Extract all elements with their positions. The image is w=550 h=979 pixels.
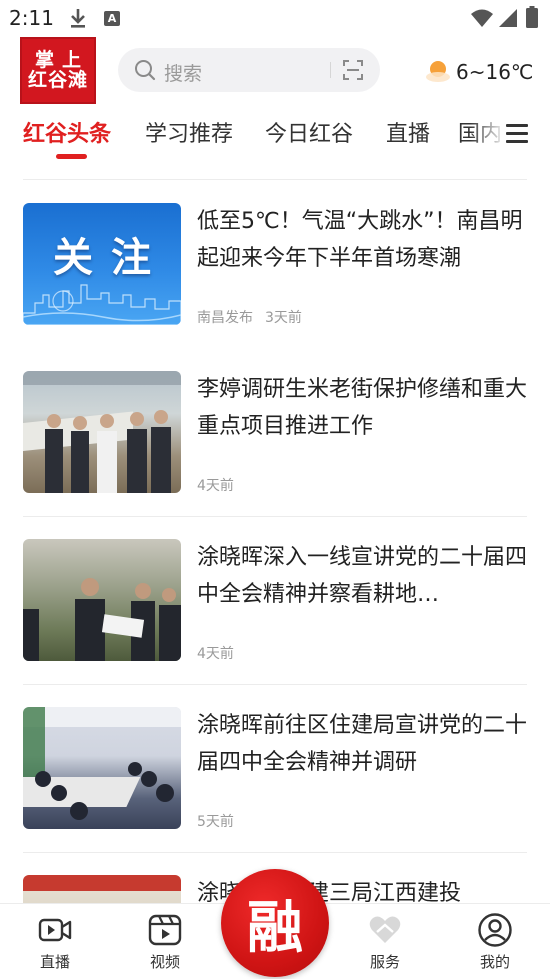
news-thumbnail bbox=[23, 371, 181, 493]
tab-today-honggu[interactable]: 今日红谷 bbox=[265, 116, 353, 148]
news-photo bbox=[23, 707, 181, 820]
user-icon bbox=[478, 913, 512, 947]
news-meta: 5天前 bbox=[197, 811, 234, 831]
download-icon bbox=[71, 9, 85, 28]
scan-icon[interactable] bbox=[342, 59, 364, 81]
logo-line2: 红谷滩 bbox=[27, 68, 88, 91]
live-video-icon bbox=[38, 918, 72, 942]
wifi-icon bbox=[471, 9, 493, 27]
news-item[interactable]: 关注 低至5℃！气温“大跳水”！南昌明起迎来今年下半年首场寒潮 南昌发布 3天前 bbox=[23, 181, 527, 349]
logo-line1: 掌上 bbox=[34, 48, 89, 71]
news-time: 4天前 bbox=[197, 646, 234, 662]
news-source: 南昌发布 bbox=[197, 310, 253, 326]
status-bar: 2:11 A bbox=[0, 0, 550, 36]
nav-video[interactable]: 视频 bbox=[125, 904, 205, 979]
news-photo bbox=[23, 578, 181, 661]
tabs-divider bbox=[23, 179, 527, 180]
tab-study-recommend[interactable]: 学习推荐 bbox=[145, 116, 233, 148]
news-meta: 南昌发布 3天前 bbox=[197, 307, 302, 327]
nav-label: 视频 bbox=[149, 953, 180, 971]
tab-live[interactable]: 直播 bbox=[386, 116, 430, 148]
news-title: 低至5℃！气温“大跳水”！南昌明起迎来今年下半年首场寒潮 bbox=[197, 209, 523, 271]
center-fusion-label: 融 bbox=[247, 894, 303, 961]
heart-hands-icon bbox=[369, 916, 401, 943]
active-tab-indicator bbox=[56, 154, 87, 159]
weather-temperature: 6~16℃ bbox=[456, 60, 534, 84]
search-divider bbox=[330, 62, 331, 78]
search-placeholder: 搜索 bbox=[164, 63, 203, 85]
tab-hongu-headlines[interactable]: 红谷头条 bbox=[23, 116, 111, 148]
nav-label: 我的 bbox=[479, 953, 510, 971]
tabs-fade bbox=[470, 106, 506, 168]
news-time: 4天前 bbox=[197, 478, 234, 494]
nav-live[interactable]: 直播 bbox=[15, 904, 95, 979]
nav-label: 服务 bbox=[369, 953, 400, 971]
status-time: 2:11 bbox=[9, 6, 54, 30]
news-title: 李婷调研生米老街保护修缮和重大重点项目推进工作 bbox=[197, 377, 527, 439]
news-meta: 4天前 bbox=[197, 643, 234, 663]
news-thumbnail bbox=[23, 707, 181, 829]
notification-app-icon: A bbox=[104, 11, 120, 26]
news-title: 涂晓晖深入一线宣讲党的二十届四中全会精神并察看耕地… bbox=[197, 545, 527, 607]
news-thumbnail: 关注 bbox=[23, 203, 181, 325]
news-title: 涂晓晖前往区住建局宣讲党的二十届四中全会精神并调研 bbox=[197, 713, 527, 775]
category-tabs: 红谷头条 学习推荐 今日红谷 直播 国内 bbox=[0, 106, 550, 168]
news-thumbnail bbox=[23, 539, 181, 661]
nav-service[interactable]: 服务 bbox=[345, 904, 425, 979]
news-item[interactable]: 涂晓晖深入一线宣讲党的二十届四中全会精神并察看耕地… 4天前 bbox=[23, 517, 527, 685]
news-time: 3天前 bbox=[265, 310, 302, 326]
app-logo[interactable]: 掌上 红谷滩 bbox=[20, 37, 96, 104]
city-skyline-graphic bbox=[23, 284, 181, 325]
search-icon bbox=[135, 60, 156, 81]
news-item[interactable]: 李婷调研生米老街保护修缮和重大重点项目推进工作 4天前 bbox=[23, 349, 527, 517]
weather-sunny-icon bbox=[426, 61, 450, 82]
news-photo bbox=[23, 371, 181, 493]
news-item[interactable]: 涂晓晖前往区住建局宣讲党的二十届四中全会精神并调研 5天前 bbox=[23, 685, 527, 853]
center-fusion-button[interactable]: 融 bbox=[221, 869, 329, 977]
nav-label: 直播 bbox=[39, 953, 70, 971]
search-bar[interactable]: 搜索 bbox=[118, 48, 380, 92]
tabs-menu-icon[interactable] bbox=[502, 120, 532, 148]
signal-icon bbox=[499, 9, 517, 27]
video-play-icon bbox=[148, 914, 182, 946]
news-time: 5天前 bbox=[197, 814, 234, 830]
nav-mine[interactable]: 我的 bbox=[455, 904, 535, 979]
battery-icon bbox=[526, 6, 538, 28]
app-header: 掌上 红谷滩 搜索 6~16℃ bbox=[0, 36, 550, 106]
news-meta: 4天前 bbox=[197, 475, 234, 495]
